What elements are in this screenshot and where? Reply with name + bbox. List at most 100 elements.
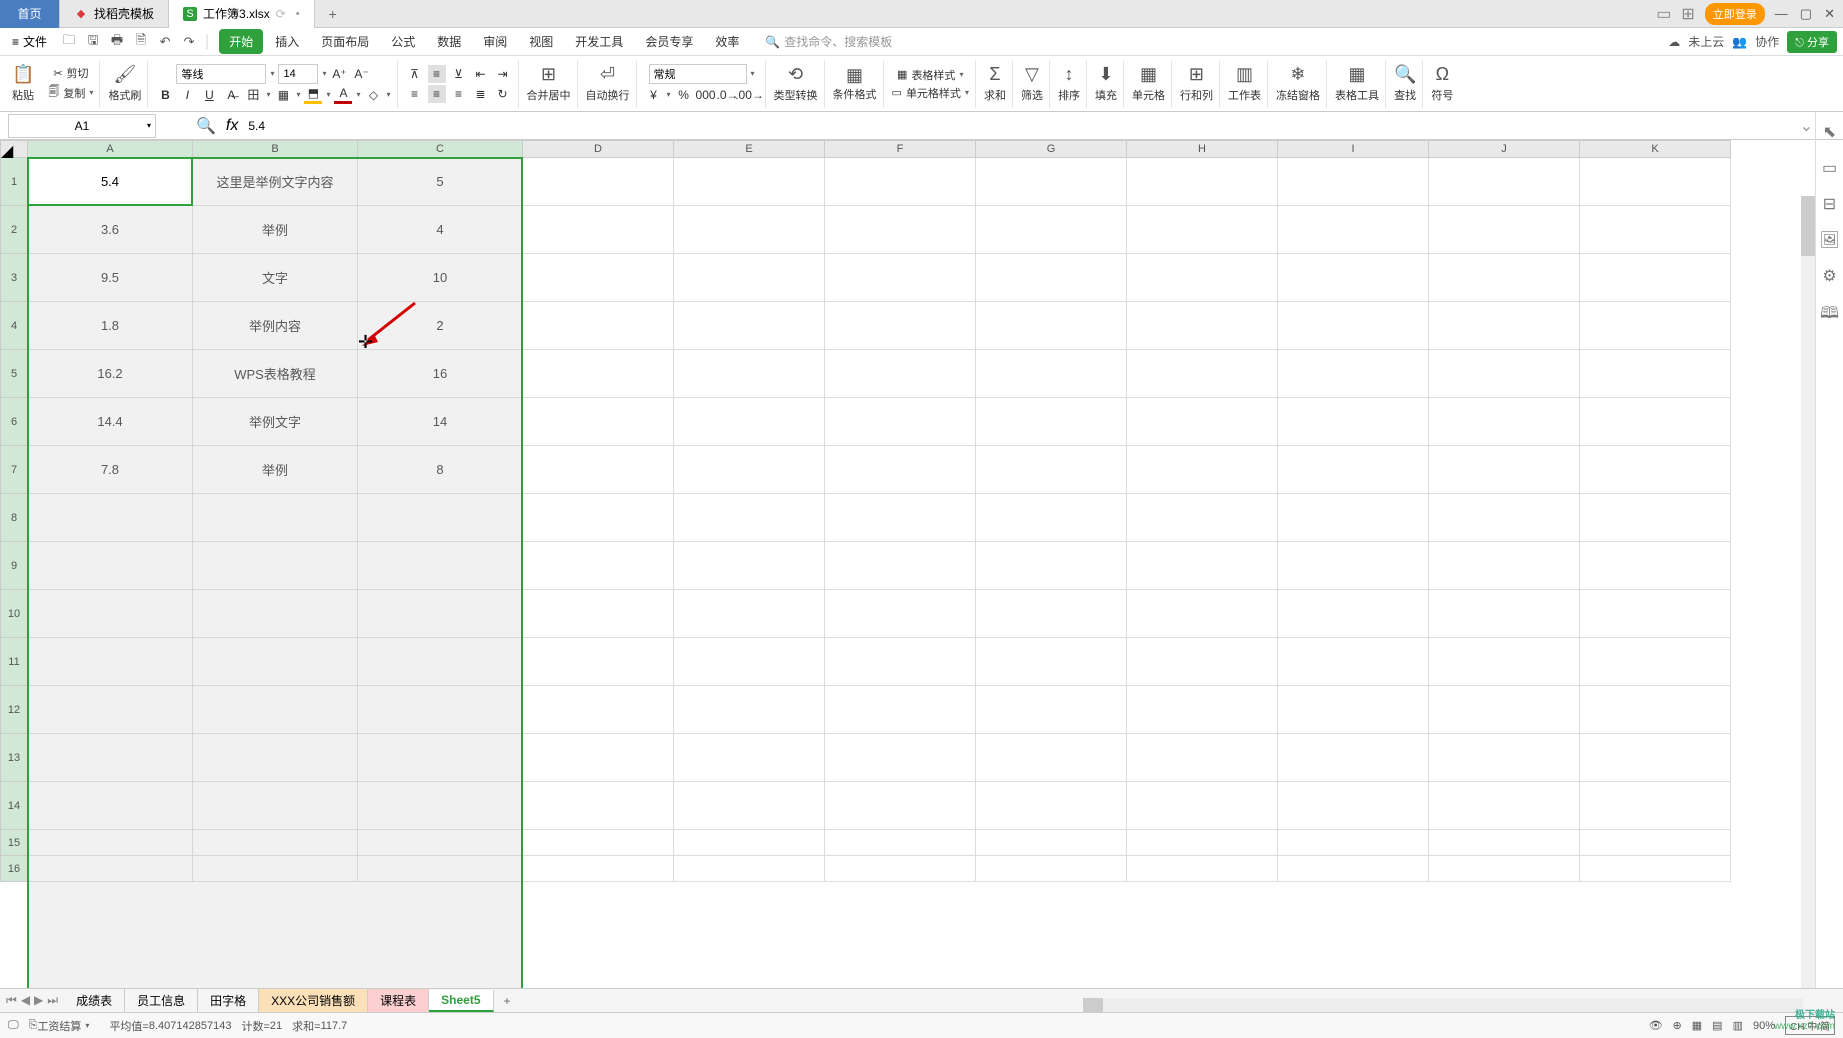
col-header-G[interactable]: G	[976, 140, 1127, 158]
cell[interactable]	[358, 782, 523, 830]
number-format-select[interactable]	[649, 64, 747, 84]
undo-icon[interactable]: ↶	[157, 34, 173, 50]
cell[interactable]: 这里是举例文字内容	[193, 158, 358, 206]
cell[interactable]: 16	[358, 350, 523, 398]
sum-icon[interactable]: Σ	[989, 64, 1000, 85]
row-header[interactable]: 13	[0, 734, 28, 782]
cell[interactable]	[1429, 782, 1580, 830]
cell[interactable]	[1580, 590, 1731, 638]
cell[interactable]	[1127, 856, 1278, 882]
cell[interactable]	[1429, 638, 1580, 686]
align-left-icon[interactable]: ≡	[406, 85, 424, 103]
cell[interactable]	[523, 830, 674, 856]
col-header-E[interactable]: E	[674, 140, 825, 158]
cell[interactable]	[976, 398, 1127, 446]
cell[interactable]	[193, 542, 358, 590]
cell[interactable]	[1127, 206, 1278, 254]
apps-icon[interactable]: ⊞	[1681, 4, 1694, 24]
align-top-icon[interactable]: ⊼	[406, 65, 424, 83]
cell[interactable]	[1278, 398, 1429, 446]
sheet-tab-active[interactable]: Sheet5	[429, 990, 493, 1012]
sheet-tab[interactable]: 课程表	[368, 989, 429, 1012]
cell[interactable]	[1127, 158, 1278, 206]
print-preview-icon[interactable]: 🗎	[133, 34, 149, 50]
cell[interactable]	[976, 542, 1127, 590]
decrease-decimal-icon[interactable]: .00→	[741, 86, 759, 104]
cell[interactable]	[825, 542, 976, 590]
open-icon[interactable]: 🗀	[61, 34, 77, 50]
cell[interactable]	[28, 686, 193, 734]
view-mode-icon[interactable]: 👁	[1649, 1019, 1663, 1032]
merge-icon[interactable]: ⊞	[541, 64, 556, 85]
cell[interactable]	[523, 398, 674, 446]
justify-icon[interactable]: ≣	[472, 85, 490, 103]
copy-button[interactable]: 🗐复制▾	[48, 83, 93, 102]
vertical-scrollbar[interactable]	[1801, 196, 1815, 988]
align-right-icon[interactable]: ≡	[450, 85, 468, 103]
cell[interactable]	[1429, 686, 1580, 734]
row-header[interactable]: 14	[0, 782, 28, 830]
cell[interactable]	[1278, 542, 1429, 590]
cell[interactable]: 举例	[193, 446, 358, 494]
row-header[interactable]: 7	[0, 446, 28, 494]
ribbon-tab-insert[interactable]: 插入	[265, 29, 309, 54]
last-sheet-icon[interactable]: ⏭	[47, 993, 58, 1008]
cell[interactable]	[523, 856, 674, 882]
name-box[interactable]: A1 ▾	[8, 114, 156, 138]
italic-icon[interactable]: I	[178, 86, 196, 104]
strikethrough-icon[interactable]: A̶	[222, 86, 240, 104]
find-icon[interactable]: 🔍	[1394, 64, 1416, 85]
cell[interactable]: 举例内容	[193, 302, 358, 350]
cell[interactable]	[1580, 856, 1731, 882]
col-header-B[interactable]: B	[193, 140, 358, 158]
cell[interactable]	[1429, 398, 1580, 446]
status-mode-icon[interactable]: 🖵	[8, 1019, 19, 1032]
align-center-icon[interactable]: ≡	[428, 85, 446, 103]
cell[interactable]	[825, 302, 976, 350]
thousands-icon[interactable]: 000	[697, 86, 715, 104]
ribbon-tab-member[interactable]: 会员专享	[635, 29, 703, 54]
grid-body[interactable]: 5.4这里是举例文字内容5 3.6举例4 9.5文字10 1.8举例内容2 16…	[28, 158, 1731, 882]
cell[interactable]	[976, 782, 1127, 830]
symbol-icon[interactable]: Ω	[1436, 64, 1449, 85]
formula-input[interactable]: 5.4	[238, 119, 1799, 133]
chevron-down-icon[interactable]: ▾	[322, 69, 326, 78]
type-convert-icon[interactable]: ⟲	[788, 64, 803, 85]
percent-icon[interactable]: %	[675, 86, 693, 104]
cell[interactable]	[1278, 856, 1429, 882]
cell[interactable]	[193, 856, 358, 882]
cell[interactable]	[1127, 446, 1278, 494]
cell[interactable]	[28, 830, 193, 856]
row-header[interactable]: 1	[0, 158, 28, 206]
cell[interactable]	[1278, 158, 1429, 206]
cell[interactable]	[193, 830, 358, 856]
cell-effect-icon[interactable]: ▦	[274, 86, 292, 104]
view-page-icon[interactable]: ▤	[1712, 1019, 1722, 1032]
ribbon-tab-layout[interactable]: 页面布局	[311, 29, 379, 54]
properties-panel-icon[interactable]: ⊟	[1823, 194, 1836, 214]
cell[interactable]	[976, 494, 1127, 542]
cell[interactable]	[1278, 302, 1429, 350]
cell[interactable]	[1278, 686, 1429, 734]
wrap-icon[interactable]: ⏎	[600, 64, 615, 85]
cell[interactable]	[674, 446, 825, 494]
underline-icon[interactable]: U	[200, 86, 218, 104]
cell[interactable]	[1580, 398, 1731, 446]
cell[interactable]	[523, 350, 674, 398]
window-restore-icon[interactable]: ▢	[1800, 6, 1812, 22]
cell[interactable]	[523, 494, 674, 542]
cell[interactable]	[523, 734, 674, 782]
cell[interactable]	[976, 686, 1127, 734]
cell[interactable]	[1429, 494, 1580, 542]
cell[interactable]	[1127, 494, 1278, 542]
cell[interactable]	[825, 446, 976, 494]
cell[interactable]	[825, 494, 976, 542]
cell[interactable]	[193, 734, 358, 782]
tab-workbook[interactable]: S 工作簿3.xlsx ⟳ •	[169, 0, 315, 28]
select-tool-icon[interactable]: ⬉	[1823, 122, 1836, 142]
cell[interactable]	[976, 206, 1127, 254]
cell[interactable]	[1278, 446, 1429, 494]
cell[interactable]	[825, 398, 976, 446]
cell[interactable]	[1580, 446, 1731, 494]
cell[interactable]	[1429, 734, 1580, 782]
